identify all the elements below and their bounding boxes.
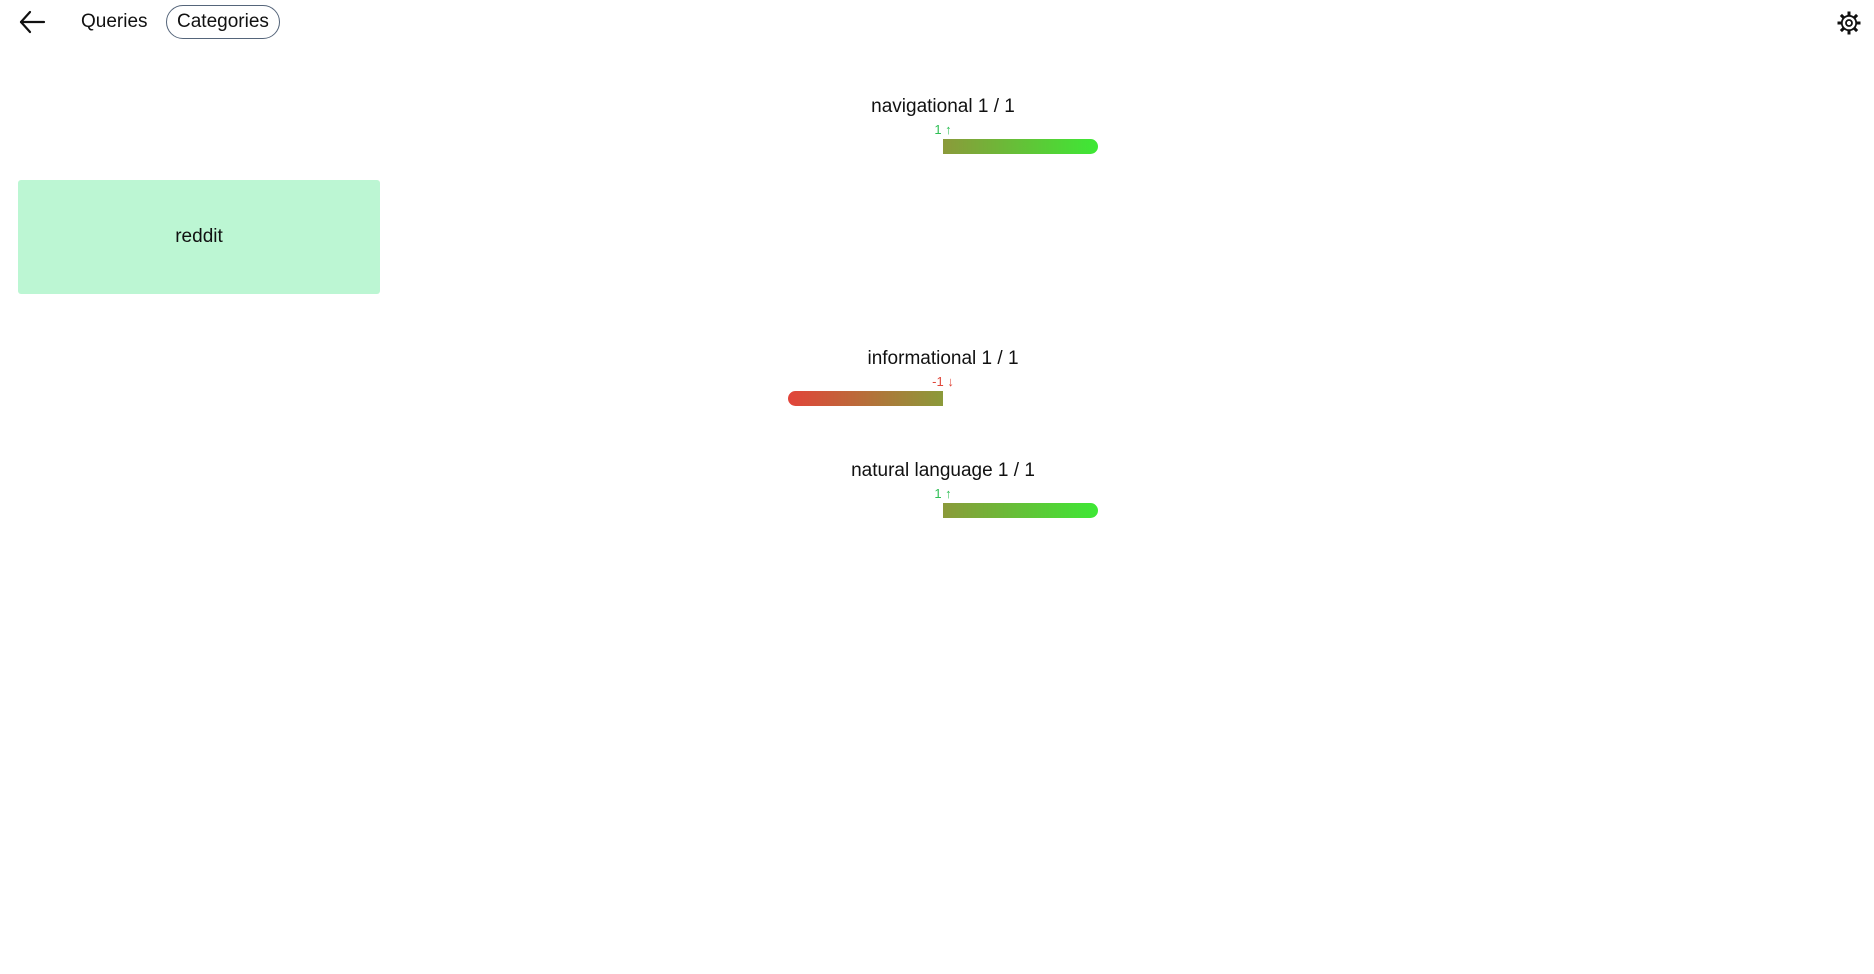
query-card-label: reddit: [175, 226, 223, 247]
score-bar-negative: [788, 391, 943, 406]
back-button[interactable]: [18, 8, 46, 36]
query-card-reddit[interactable]: reddit: [18, 180, 380, 294]
category-delta: 1 ↑: [934, 486, 952, 501]
gear-icon: [1836, 10, 1862, 36]
score-bar-positive: [943, 503, 1098, 518]
category-title: informational 1 / 1: [867, 348, 1019, 369]
top-bar: Queries Categories: [0, 0, 1874, 44]
category-title: natural language 1 / 1: [851, 460, 1035, 481]
score-bar-positive: [943, 139, 1098, 154]
tab-queries[interactable]: Queries: [71, 5, 158, 39]
arrow-left-icon: [18, 8, 46, 36]
category-delta: -1 ↓: [932, 374, 954, 389]
settings-button[interactable]: [1836, 10, 1862, 36]
category-delta: 1 ↑: [934, 122, 952, 137]
category-title: navigational 1 / 1: [871, 96, 1015, 117]
tab-categories[interactable]: Categories: [166, 5, 280, 39]
